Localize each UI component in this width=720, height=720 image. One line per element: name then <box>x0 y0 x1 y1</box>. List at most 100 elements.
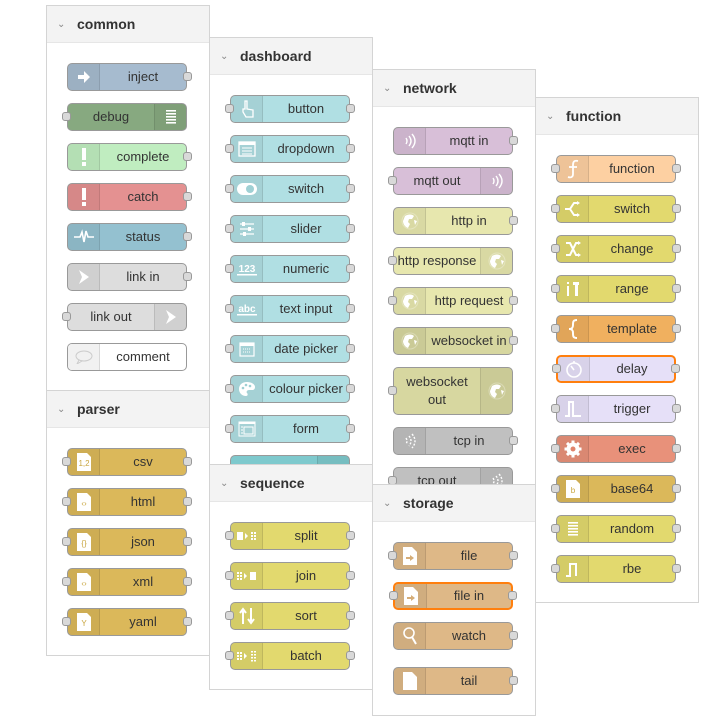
input-port[interactable] <box>62 577 71 586</box>
palette-node-sort[interactable]: sort <box>225 602 355 630</box>
output-port[interactable] <box>509 336 518 345</box>
input-port[interactable] <box>225 531 234 540</box>
output-port[interactable] <box>183 457 192 466</box>
input-port[interactable] <box>551 564 560 573</box>
palette-node-trigger[interactable]: trigger <box>551 395 681 423</box>
category-header-storage[interactable]: ⌄ storage <box>373 485 535 522</box>
palette-node-complete[interactable]: complete <box>67 143 192 171</box>
output-port[interactable] <box>346 531 355 540</box>
input-port[interactable] <box>225 184 234 193</box>
input-port[interactable] <box>225 571 234 580</box>
palette-node-exec[interactable]: exec <box>551 435 681 463</box>
output-port[interactable] <box>672 204 681 213</box>
output-port[interactable] <box>346 611 355 620</box>
category-header-parser[interactable]: ⌄ parser <box>47 391 209 428</box>
output-port[interactable] <box>183 272 192 281</box>
output-port[interactable] <box>346 224 355 233</box>
input-port[interactable] <box>62 312 71 321</box>
palette-node-tcp-in[interactable]: tcp in <box>393 427 518 455</box>
output-port[interactable] <box>346 144 355 153</box>
output-port[interactable] <box>672 564 681 573</box>
output-port[interactable] <box>509 631 518 640</box>
palette-node-split[interactable]: split <box>225 522 355 550</box>
input-port[interactable] <box>388 176 397 185</box>
palette-node-slider[interactable]: slider <box>225 215 355 243</box>
output-port[interactable] <box>509 136 518 145</box>
input-port[interactable] <box>225 611 234 620</box>
input-port[interactable] <box>225 144 234 153</box>
palette-node-switch[interactable]: switch <box>551 195 681 223</box>
palette-node-yaml[interactable]: Yyaml <box>62 608 192 636</box>
palette-node-colour-picker[interactable]: colour picker <box>225 375 355 403</box>
palette-node-mqtt-out[interactable]: mqtt out <box>388 167 513 195</box>
palette-node-file[interactable]: file <box>388 542 518 570</box>
palette-node-dropdown[interactable]: dropdown <box>225 135 355 163</box>
palette-node-inject[interactable]: inject <box>67 63 192 91</box>
output-port[interactable] <box>672 284 681 293</box>
palette-node-websocket-out[interactable]: websocket out <box>388 367 513 415</box>
palette-node-link-in[interactable]: link in <box>67 263 192 291</box>
output-port[interactable] <box>183 72 192 81</box>
palette-node-button[interactable]: button <box>225 95 355 123</box>
category-header-function[interactable]: ⌄ function <box>536 98 698 135</box>
output-port[interactable] <box>183 537 192 546</box>
output-port[interactable] <box>672 324 681 333</box>
output-port[interactable] <box>183 232 192 241</box>
palette-node-template[interactable]: template <box>551 315 681 343</box>
palette-node-date-picker[interactable]: date picker <box>225 335 355 363</box>
palette-node-debug[interactable]: debug <box>62 103 187 131</box>
palette-node-http-request[interactable]: http request <box>388 287 518 315</box>
output-port[interactable] <box>509 436 518 445</box>
output-port[interactable] <box>346 651 355 660</box>
input-port[interactable] <box>552 364 561 373</box>
category-header-common[interactable]: ⌄ common <box>47 6 209 43</box>
output-port[interactable] <box>346 344 355 353</box>
output-port[interactable] <box>346 384 355 393</box>
palette-node-catch[interactable]: catch <box>67 183 192 211</box>
output-port[interactable] <box>508 591 517 600</box>
output-port[interactable] <box>183 192 192 201</box>
palette-node-csv[interactable]: 1,2 csv <box>62 448 192 476</box>
input-port[interactable] <box>225 224 234 233</box>
palette-node-batch[interactable]: batch <box>225 642 355 670</box>
input-port[interactable] <box>388 256 397 265</box>
palette-node-tail[interactable]: tail <box>393 667 518 695</box>
input-port[interactable] <box>551 404 560 413</box>
palette-node-random[interactable]: random <box>551 515 681 543</box>
input-port[interactable] <box>225 104 234 113</box>
palette-node-range[interactable]: range <box>551 275 681 303</box>
input-port[interactable] <box>62 457 71 466</box>
output-port[interactable] <box>346 571 355 580</box>
output-port[interactable] <box>183 617 192 626</box>
input-port[interactable] <box>62 617 71 626</box>
palette-node-file-in[interactable]: file in <box>389 582 517 610</box>
input-port[interactable] <box>551 204 560 213</box>
output-port[interactable] <box>183 497 192 506</box>
output-port[interactable] <box>183 152 192 161</box>
output-port[interactable] <box>346 264 355 273</box>
input-port[interactable] <box>225 264 234 273</box>
input-port[interactable] <box>225 384 234 393</box>
output-port[interactable] <box>672 444 681 453</box>
input-port[interactable] <box>225 344 234 353</box>
output-port[interactable] <box>346 304 355 313</box>
input-port[interactable] <box>551 324 560 333</box>
output-port[interactable] <box>671 364 680 373</box>
input-port[interactable] <box>388 551 397 560</box>
output-port[interactable] <box>672 164 681 173</box>
input-port[interactable] <box>551 284 560 293</box>
output-port[interactable] <box>509 676 518 685</box>
input-port[interactable] <box>62 112 71 121</box>
palette-node-base64[interactable]: b base64 <box>551 475 681 503</box>
input-port[interactable] <box>551 244 560 253</box>
output-port[interactable] <box>672 524 681 533</box>
input-port[interactable] <box>225 651 234 660</box>
input-port[interactable] <box>388 386 397 395</box>
palette-node-html[interactable]: ‹› html <box>62 488 192 516</box>
input-port[interactable] <box>551 524 560 533</box>
palette-node-text-input[interactable]: abc text input <box>225 295 355 323</box>
palette-node-watch[interactable]: watch <box>393 622 518 650</box>
category-header-dashboard[interactable]: ⌄ dashboard <box>210 38 372 75</box>
palette-node-change[interactable]: change <box>551 235 681 263</box>
output-port[interactable] <box>346 424 355 433</box>
